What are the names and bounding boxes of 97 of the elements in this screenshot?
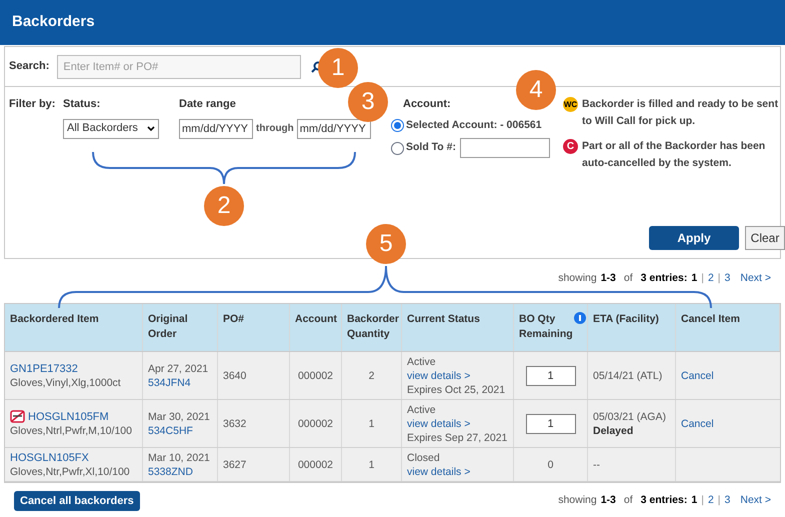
page-link[interactable]: 1	[691, 493, 698, 509]
backorder-quantity: 2	[368, 368, 374, 382]
account-number: 000002	[298, 458, 334, 472]
eta-text: 05/14/21 (ATL)	[593, 368, 664, 382]
sold-to-field[interactable]	[460, 138, 550, 158]
item-description: Gloves,Vinyl,Xlg,1000ct	[10, 376, 122, 390]
page-link[interactable]: 1	[691, 271, 698, 287]
po-number: 3632	[223, 416, 248, 430]
cancelled-badge: C	[563, 139, 578, 154]
page-title: Backorders	[12, 12, 95, 32]
apply-button[interactable]: Apply	[649, 226, 739, 250]
pagination-of: of	[624, 493, 633, 508]
order-date: Mar 30, 2021	[148, 410, 211, 424]
radio-label: Sold To #:	[406, 140, 456, 156]
filter-label: Filter by:	[9, 97, 56, 112]
item-link[interactable]: HOSGLN105FM	[28, 410, 109, 424]
status-dropdown[interactable]: All Backorders	[63, 118, 159, 138]
column-header: BO Qty Remaining	[519, 312, 573, 342]
expiry-date: Expires Oct 25, 2021	[407, 382, 506, 396]
column-header: Backorder Quantity	[347, 312, 399, 342]
next-page-link[interactable]: Next >	[740, 271, 771, 287]
date-to-field[interactable]: mm/dd/YYYY	[296, 118, 371, 138]
pagination-range: 1-3	[600, 271, 616, 286]
page-link[interactable]: 3	[724, 493, 730, 509]
page-link[interactable]: 2	[708, 271, 714, 287]
callout-number: 2	[204, 186, 244, 226]
column-header: Cancel Item	[681, 312, 740, 327]
column-header: Current Status	[407, 312, 480, 327]
status-text: Active	[407, 402, 437, 416]
radio-button[interactable]	[391, 118, 404, 132]
account-label: Account:	[403, 97, 451, 112]
cancel-link[interactable]: Cancel	[681, 416, 775, 430]
callout-number: 1	[318, 48, 358, 88]
page-link[interactable]: 2	[708, 493, 714, 509]
column-header: Original Order	[148, 312, 189, 342]
column-header: PO#	[223, 312, 244, 327]
next-page-link[interactable]: Next >	[740, 493, 771, 509]
radio-label: Selected Account: - 006561	[406, 118, 542, 132]
radio-button[interactable]	[391, 142, 404, 155]
pagination-summary: showing	[558, 493, 597, 508]
quantity-field[interactable]: 1	[526, 366, 576, 386]
cancel-link[interactable]: Cancel	[681, 368, 775, 382]
pagination-of: of	[624, 271, 633, 286]
date-range-label: Date range	[179, 97, 236, 112]
column-header: Backordered Item	[10, 312, 99, 327]
caret-icon	[147, 126, 155, 132]
legend-text: Part or all of the Backorder has been auto-cancelled by the system.	[582, 139, 766, 171]
pagination-summary: showing	[558, 271, 597, 286]
po-number: 3640	[223, 368, 248, 382]
page-separator: |	[718, 271, 721, 286]
account-number: 000002	[298, 416, 334, 430]
date-from-field[interactable]: mm/dd/YYYY	[179, 118, 253, 138]
status-text: Closed	[407, 450, 441, 464]
backorder-quantity: 1	[368, 458, 374, 472]
status-label: Status:	[63, 97, 100, 112]
will-call-badge: WC	[563, 97, 578, 112]
item-description: Gloves,Ntrl,Pwfr,M,10/100	[10, 424, 133, 438]
account-number: 000002	[298, 368, 334, 382]
view-details-link[interactable]: view details >	[407, 416, 508, 430]
clear-button[interactable]: Clear	[745, 226, 785, 250]
legend-text: Backorder is filled and ready to be sent to Will Call for pick up.	[582, 97, 780, 129]
view-details-link[interactable]: view details >	[407, 464, 508, 478]
search-label: Search:	[9, 59, 50, 74]
status-text: Active	[407, 354, 437, 368]
eta-text: 05/03/21 (AGA)	[593, 410, 667, 424]
pagination-entries: 3 entries:	[640, 271, 688, 286]
order-date: Apr 27, 2021	[148, 362, 210, 376]
quantity-field[interactable]: 1	[526, 414, 576, 434]
item-description: Gloves,Ntr,Pwfr,Xl,10/100	[10, 464, 131, 478]
pagination-range: 1-3	[600, 493, 616, 508]
order-link[interactable]: 534C5HF	[148, 424, 212, 438]
page-separator: |	[701, 493, 704, 508]
backorder-quantity: 1	[368, 416, 374, 430]
page-link[interactable]: 3	[724, 271, 730, 287]
remaining-quantity: 0	[548, 458, 554, 472]
view-details-link[interactable]: view details >	[407, 368, 508, 382]
through-label: through	[256, 122, 294, 136]
item-link[interactable]: GN1PE17332	[10, 362, 78, 376]
cancel-all-button[interactable]: Cancel all backorders	[14, 491, 140, 511]
column-header: Account	[295, 312, 337, 327]
expiry-date: Expires Sep 27, 2021	[407, 430, 508, 444]
order-link[interactable]: 5338ZND	[148, 464, 212, 478]
po-number: 3627	[223, 458, 248, 472]
callout-number: 4	[516, 70, 556, 110]
order-link[interactable]: 534JFN4	[148, 376, 212, 390]
search-field[interactable]: Enter Item# or PO#	[57, 54, 302, 78]
order-date: Mar 10, 2021	[148, 450, 211, 464]
callout-number: 5	[366, 224, 406, 264]
page-separator: |	[701, 271, 704, 286]
callout-number: 3	[348, 82, 388, 122]
page-separator: |	[718, 493, 721, 508]
delayed-label: Delayed	[593, 424, 634, 438]
eta-text: --	[593, 458, 601, 472]
info-icon[interactable]	[574, 312, 586, 324]
column-header: ETA (Facility)	[593, 312, 659, 327]
item-link[interactable]: HOSGLN105FX	[10, 450, 89, 464]
pagination-entries: 3 entries:	[640, 493, 688, 508]
